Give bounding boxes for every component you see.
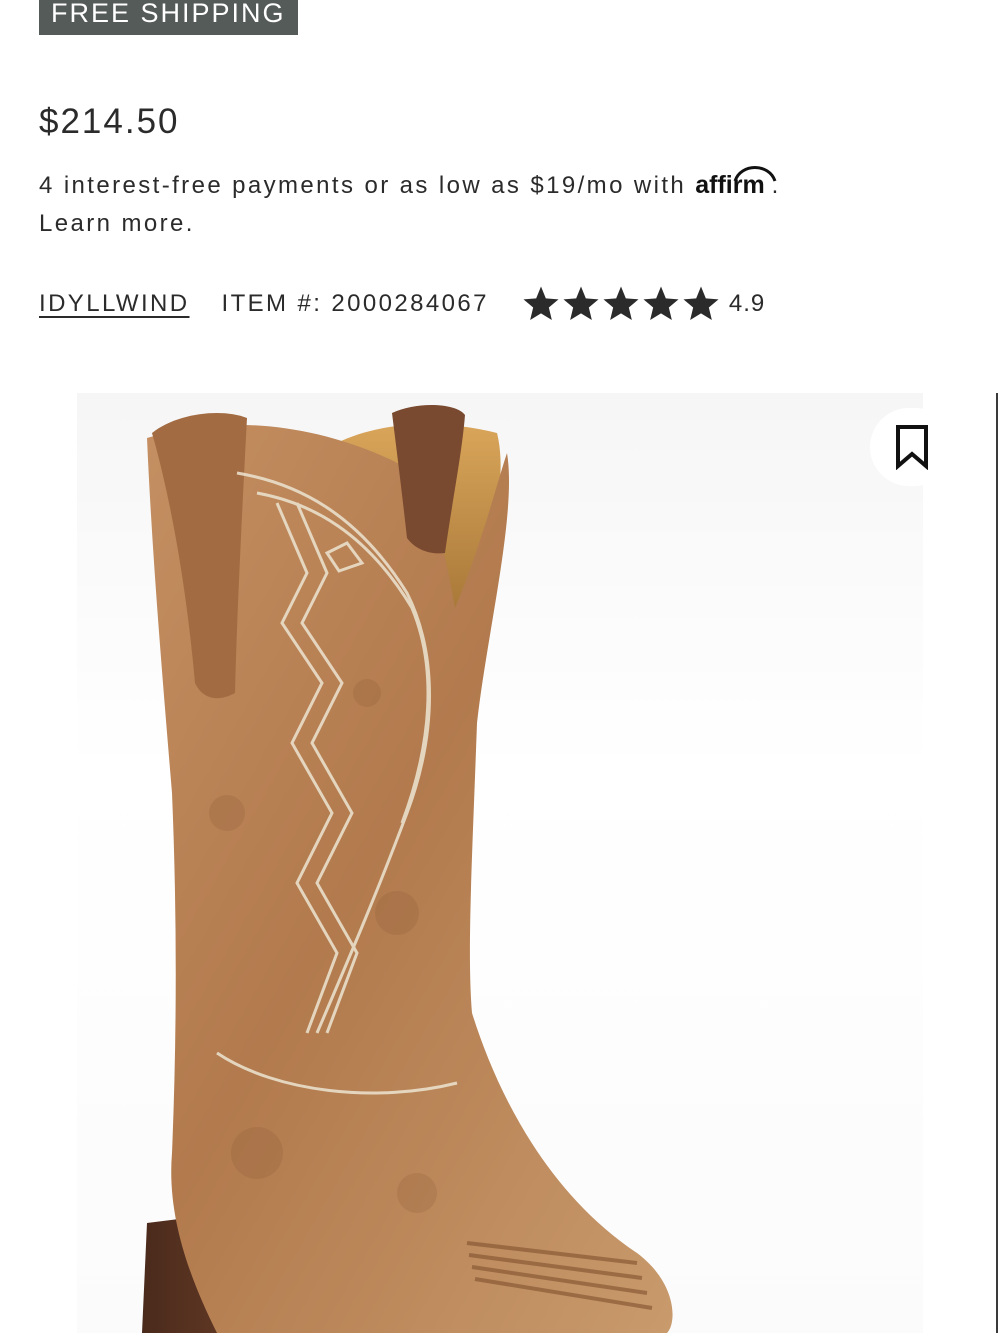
affirm-arc-icon bbox=[733, 166, 777, 182]
rating-stars[interactable]: 4.9 bbox=[521, 284, 765, 324]
affirm-logo: affirm bbox=[695, 166, 777, 199]
item-number: ITEM #: 2000284067 bbox=[221, 290, 489, 317]
star-icon bbox=[643, 286, 679, 320]
free-shipping-badge: FREE SHIPPING bbox=[39, 0, 298, 35]
product-image[interactable] bbox=[77, 393, 923, 1333]
bookmark-button[interactable] bbox=[870, 408, 954, 486]
star-icon bbox=[603, 286, 639, 320]
star-icon bbox=[563, 286, 599, 320]
product-meta-row: IDYLLWIND ITEM #: 2000284067 4.9 bbox=[39, 282, 765, 326]
learn-more-link[interactable]: Learn more. bbox=[39, 210, 195, 237]
brand-link[interactable]: IDYLLWIND bbox=[39, 290, 190, 318]
boot-image bbox=[142, 404, 673, 1333]
gallery-divider bbox=[996, 393, 998, 1333]
rating-value: 4.9 bbox=[728, 290, 766, 317]
product-price: $214.50 bbox=[39, 102, 180, 141]
payment-info: 4 interest-free payments or as low as $1… bbox=[39, 166, 939, 243]
star-icon bbox=[683, 286, 719, 320]
star-icon bbox=[523, 286, 559, 320]
payments-text: 4 interest-free payments or as low as $1… bbox=[39, 172, 687, 199]
bookmark-icon bbox=[896, 425, 928, 470]
